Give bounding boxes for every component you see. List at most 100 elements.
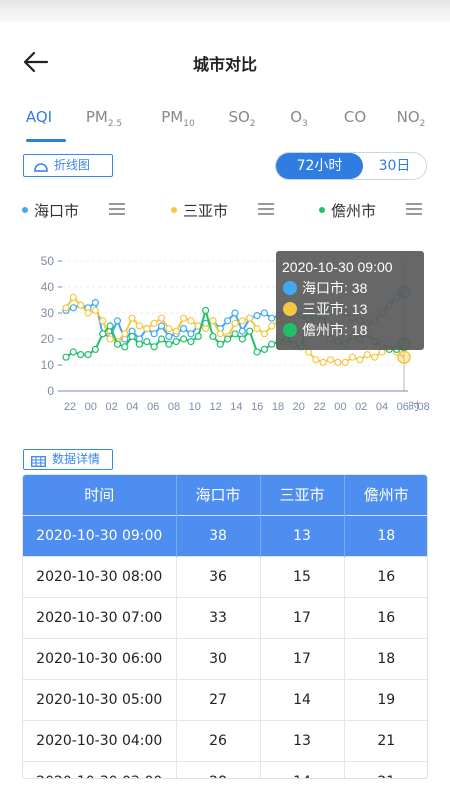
data-point (268, 314, 276, 322)
x-tick-label: 04 (126, 401, 138, 413)
data-point (238, 327, 246, 335)
value-cell: 33 (176, 596, 261, 638)
line-chart-toggle-button[interactable]: 折线图 (23, 154, 113, 177)
table-row[interactable]: 2020-10-30 03:00281421 (23, 760, 427, 778)
tab-pm25[interactable]: PM2.5 (82, 108, 126, 138)
data-point (69, 304, 77, 312)
value-cell: 21 (344, 760, 427, 778)
value-cell: 16 (344, 596, 427, 638)
legend-dot (171, 206, 177, 213)
data-point (231, 330, 239, 338)
detail-table: 时间 海口市 三亚市 儋州市 2020-10-30 09:00 38 13 18 202… (22, 474, 428, 779)
menu-icon[interactable] (109, 203, 125, 215)
data-point (179, 314, 188, 322)
x-tick-label: 12 (209, 401, 221, 413)
data-point (187, 317, 195, 325)
tab-aqi[interactable]: AQI (22, 108, 56, 138)
table-header-row: 时间 海口市 三亚市 儋州市 (23, 475, 427, 515)
column-header: 海口市 (176, 475, 261, 515)
value-cell: 18 (344, 637, 427, 679)
tooltip-row: 三亚市: 13 (302, 301, 368, 317)
data-point (260, 330, 268, 338)
data-point (341, 358, 349, 367)
data-point (202, 306, 210, 315)
data-point (179, 335, 188, 343)
menu-icon[interactable] (258, 203, 274, 215)
value-cell: 21 (344, 719, 427, 761)
x-tick-label: 22 (64, 401, 76, 413)
y-tick-label: 10 (41, 358, 55, 372)
x-tick-label: 18 (272, 401, 284, 413)
data-point (113, 340, 122, 348)
data-point (69, 293, 77, 302)
data-point (363, 350, 371, 359)
x-tick-label: 02 (355, 401, 367, 413)
x-tick-label: 22 (313, 401, 325, 413)
range-30d-button[interactable]: 30日 (363, 153, 426, 179)
data-point (157, 335, 166, 343)
menu-icon[interactable] (406, 203, 422, 215)
table-row[interactable]: 2020-10-30 04:00 26 13 21 (23, 719, 427, 761)
bottom-spacer (0, 780, 450, 800)
chart-tooltip: 2020-10-30 09:00 海口市: 38 三亚市: 13 儋州市: 18 (276, 251, 424, 350)
data-point (268, 322, 276, 330)
legend-item-danzhou[interactable]: 儋州市 (319, 200, 376, 221)
data-point (326, 356, 335, 364)
data-point (91, 298, 99, 307)
active-tab-indicator (26, 139, 66, 142)
x-tick-label: 14 (230, 401, 242, 413)
x-tick-label: 06 (147, 401, 159, 413)
data-point (135, 340, 144, 348)
table-row[interactable]: 2020-10-30 09:00 38 13 18 (23, 514, 427, 556)
data-point (99, 317, 107, 325)
value-cell: 18 (344, 514, 427, 556)
data-point (231, 319, 239, 328)
time-cell: 2020-10-30 07:00 (23, 596, 177, 638)
value-cell: 14 (260, 678, 345, 720)
data-point (224, 317, 232, 325)
x-axis-unit: 时 (409, 400, 420, 413)
table-row[interactable]: 2020-10-30 05:00 27 14 19 (23, 678, 427, 720)
data-point (113, 317, 122, 325)
data-point (202, 324, 210, 333)
data-detail-button[interactable]: 数据详情 (23, 449, 113, 470)
data-detail-label: 数据详情 (52, 452, 101, 466)
tab-so2[interactable]: SO2 (225, 108, 259, 138)
data-point (216, 330, 224, 338)
data-point (157, 322, 166, 330)
data-point (91, 345, 99, 354)
status-bar (0, 0, 450, 22)
data-point (99, 330, 107, 338)
time-cell: 2020-10-30 04:00 (23, 719, 177, 761)
data-point (209, 317, 217, 325)
data-point (165, 324, 173, 333)
data-point (62, 353, 70, 361)
tab-co[interactable]: CO (340, 108, 370, 138)
data-point (69, 348, 77, 356)
app-header: 城市对比 (0, 22, 450, 100)
data-point (187, 330, 195, 338)
tooltip-legend-dot (283, 323, 297, 337)
data-point (121, 343, 129, 351)
legend-item-sanya[interactable]: 三亚市 (171, 200, 228, 221)
tooltip-legend-dot (283, 302, 297, 316)
table-row[interactable]: 2020-10-30 06:00 30 17 18 (23, 637, 427, 679)
table-row[interactable]: 2020-10-30 07:00 33 17 16 (23, 596, 427, 638)
value-cell: 36 (176, 555, 261, 597)
tab-no2[interactable]: NO2 (393, 108, 429, 138)
range-72h-button[interactable]: 72小时 (276, 153, 363, 179)
data-point (84, 309, 92, 317)
tab-o3[interactable]: O3 (287, 108, 311, 138)
data-point (231, 309, 239, 317)
value-cell: 15 (260, 555, 345, 597)
table-icon (31, 454, 46, 473)
value-cell: 27 (176, 678, 261, 720)
x-tick-label: 00 (334, 401, 346, 413)
table-row[interactable]: 2020-10-30 08:00 36 15 16 (23, 555, 427, 597)
aqi-line-chart[interactable]: 0 10 20 30 40 50 22 00 02 04 06 08 10 12 14 16 18 20 22 00 0… (0, 240, 450, 420)
tooltip-time: 2020-10-30 09:00 (282, 259, 393, 275)
y-tick-label: 30 (41, 306, 55, 320)
legend-item-haikou[interactable]: 海口市 (22, 200, 79, 221)
tab-pm10[interactable]: PM10 (156, 108, 200, 138)
x-tick-label: 06 (397, 401, 409, 413)
